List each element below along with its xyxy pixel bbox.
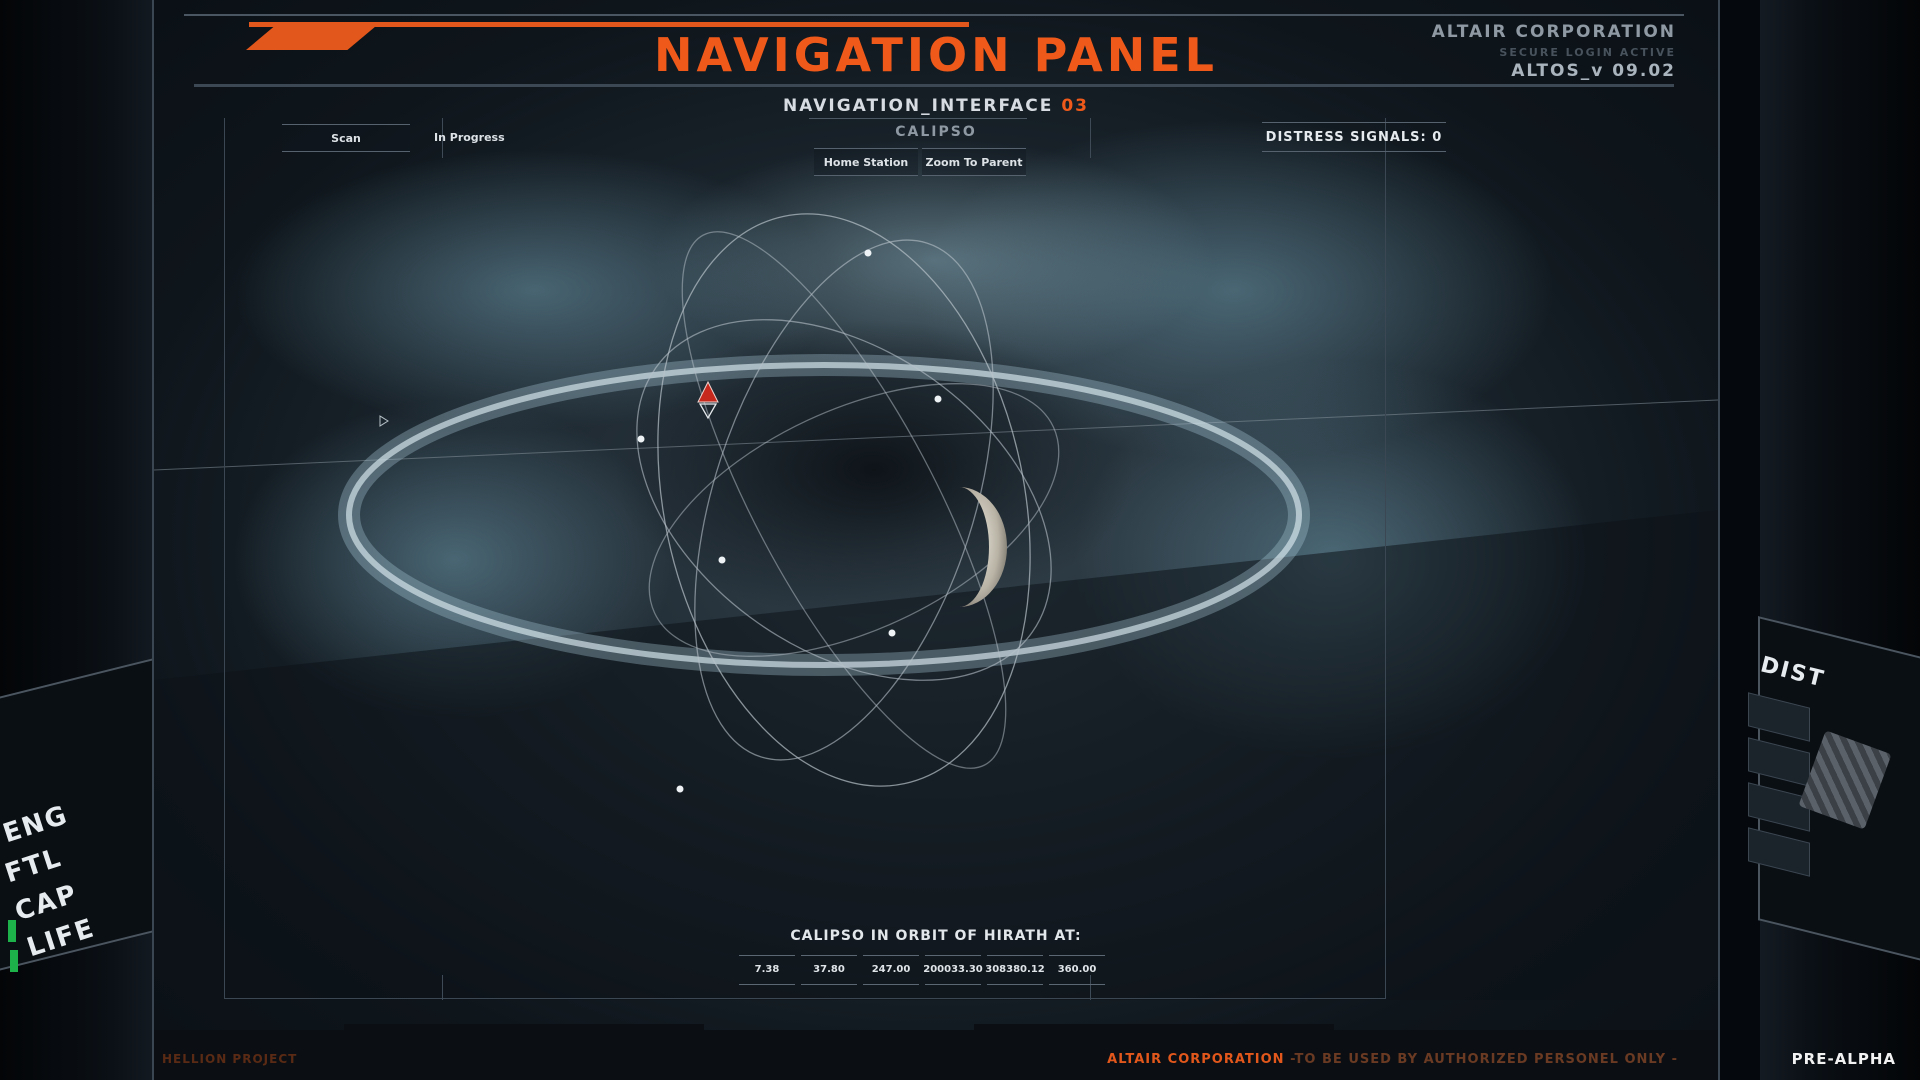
orbit-parameters: 7.38 37.80 247.00 200033.30 308380.12 36… xyxy=(739,955,1105,985)
interface-name: NAVIGATION_INTERFACE xyxy=(783,96,1054,116)
header-line xyxy=(184,14,1684,16)
life-indicator xyxy=(10,950,18,972)
distress-signals-counter[interactable]: DISTRESS SIGNALS: 0 xyxy=(1262,122,1446,152)
orbit-param: 7.38 xyxy=(739,955,795,985)
navigation-screen: NAVIGATION PANEL ALTAIR CORPORATION SECU… xyxy=(152,0,1720,1080)
interface-number: 03 xyxy=(1061,96,1089,116)
corp-name: ALTAIR CORPORATION xyxy=(1431,22,1676,42)
right-cockpit-panel: DIST xyxy=(1748,0,1920,1080)
orbit-param: 200033.30 xyxy=(923,955,983,985)
divider xyxy=(442,975,443,1000)
login-status: SECURE LOGIN ACTIVE xyxy=(1499,46,1676,59)
cap-indicator xyxy=(8,920,16,942)
left-cockpit-panel: ENG FTL CAP LIFE xyxy=(0,0,162,1080)
orbit-info-label: CALIPSO IN ORBIT OF HIRATH AT: xyxy=(790,928,1082,944)
orbit-param: 360.00 xyxy=(1049,955,1105,985)
orbit-param: 308380.12 xyxy=(985,955,1045,985)
version-label: ALTOS_v 09.02 xyxy=(1511,61,1676,81)
footer-corp: ALTAIR CORPORATION xyxy=(1107,1052,1285,1067)
orbit-param: 247.00 xyxy=(863,955,919,985)
pre-alpha-badge: PRE-ALPHA xyxy=(1791,1050,1896,1068)
corp-info: ALTAIR CORPORATION SECURE LOGIN ACTIVE A… xyxy=(1432,22,1676,81)
home-station-button[interactable]: Home Station xyxy=(814,148,918,176)
footer-notice: ALTAIR CORPORATION -TO BE USED BY AUTHOR… xyxy=(1107,1052,1678,1067)
orbit-param: 37.80 xyxy=(801,955,857,985)
title-divider xyxy=(194,84,1674,87)
map-border xyxy=(224,118,1386,999)
current-location: CALIPSO xyxy=(895,124,977,140)
footer-notice-text: -TO BE USED BY AUTHORIZED PERSONEL ONLY … xyxy=(1284,1052,1678,1067)
interface-label: NAVIGATION_INTERFACE 03 xyxy=(154,96,1718,116)
zoom-to-parent-button[interactable]: Zoom To Parent xyxy=(922,148,1026,176)
footer-project-label: HELLION PROJECT xyxy=(162,1052,298,1066)
location-divider xyxy=(809,118,1027,119)
